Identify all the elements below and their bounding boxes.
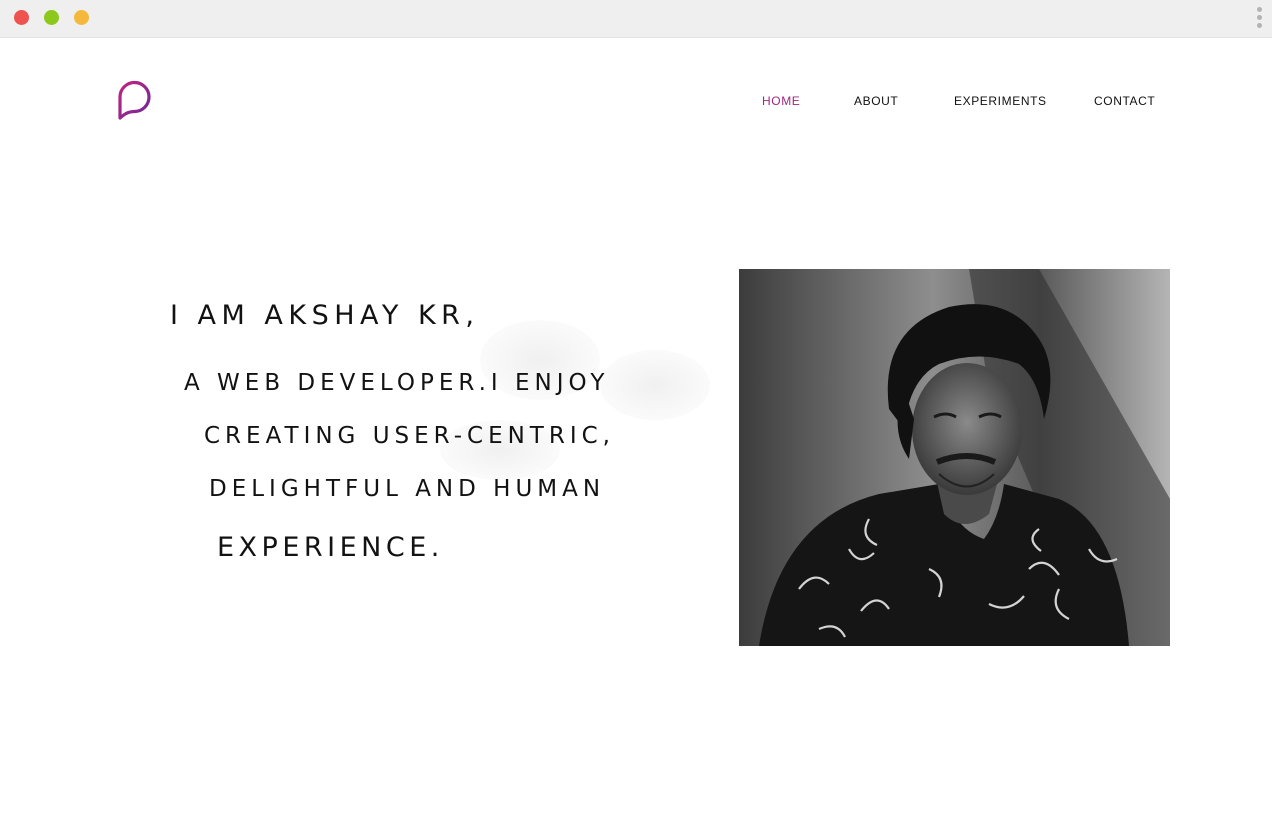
hero-tagline-line: CREATING USER-CENTRIC,: [204, 423, 615, 449]
window-minimize-button[interactable]: [74, 10, 89, 25]
hero-tagline-line: DELIGHTFUL AND HUMAN: [209, 476, 606, 502]
portrait-photo: [739, 269, 1170, 646]
background-smudge: [600, 350, 710, 420]
browser-titlebar: [0, 0, 1272, 38]
kebab-menu-icon[interactable]: [1253, 5, 1265, 33]
window-close-button[interactable]: [14, 10, 29, 25]
logo-icon[interactable]: [114, 77, 156, 123]
hero-tagline-line: A WEB DEVELOPER.I ENJOY: [184, 370, 610, 396]
nav-home[interactable]: HOME: [762, 94, 800, 108]
nav-contact[interactable]: CONTACT: [1094, 94, 1155, 108]
nav-experiments[interactable]: EXPERIMENTS: [954, 94, 1047, 108]
window-maximize-button[interactable]: [44, 10, 59, 25]
hero-intro-line: I AM AKSHAY KR,: [170, 300, 480, 331]
hero-tagline-line: EXPERIENCE.: [217, 532, 444, 563]
nav-about[interactable]: ABOUT: [854, 94, 898, 108]
